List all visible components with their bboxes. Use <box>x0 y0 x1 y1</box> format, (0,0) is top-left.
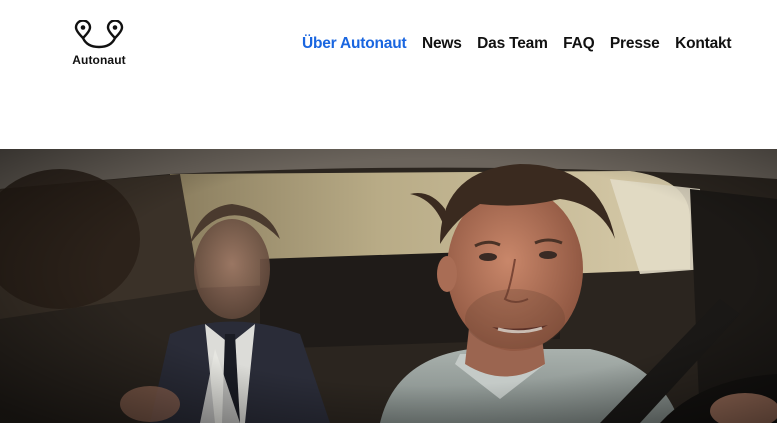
hero-image <box>0 149 777 423</box>
nav-item-ueber-autonaut[interactable]: Über Autonaut <box>302 35 407 53</box>
nav-item-kontakt[interactable]: Kontakt <box>675 35 731 53</box>
logo-pins-icon <box>74 20 124 49</box>
logo-text: Autonaut <box>72 53 126 67</box>
hero-car-interior-illustration <box>0 149 777 423</box>
nav-item-das-team[interactable]: Das Team <box>477 35 548 53</box>
logo[interactable]: Autonaut <box>66 20 132 72</box>
site-header: Autonaut Über Autonaut News Das Team FAQ… <box>0 0 777 149</box>
nav-item-faq[interactable]: FAQ <box>563 35 594 53</box>
nav-item-news[interactable]: News <box>422 35 462 53</box>
main-nav: Über Autonaut News Das Team FAQ Presse K… <box>302 34 732 54</box>
nav-item-presse[interactable]: Presse <box>610 35 660 53</box>
